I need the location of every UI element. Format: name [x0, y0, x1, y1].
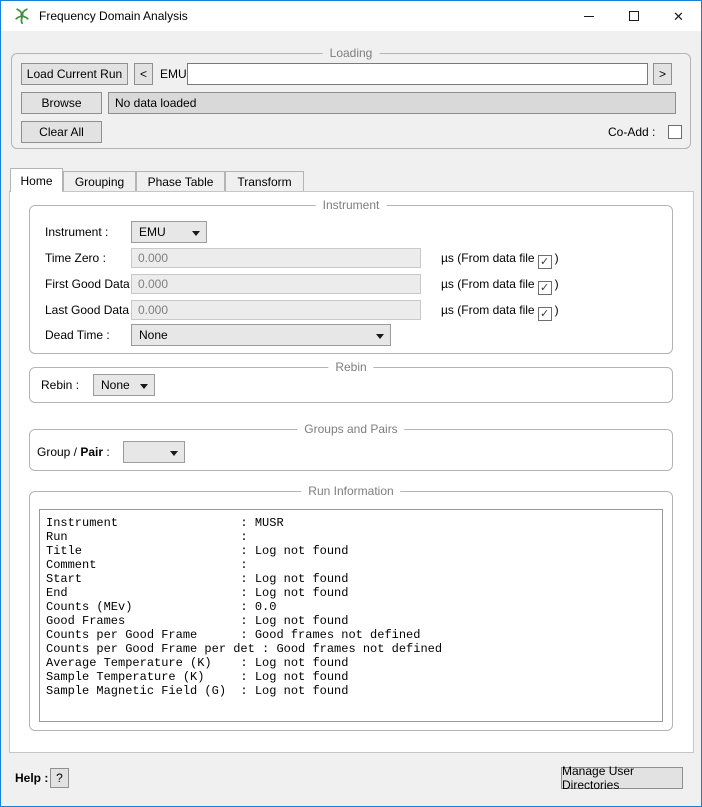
mantid-logo-icon — [14, 8, 30, 24]
coadd-label: Co-Add : — [608, 121, 655, 143]
next-run-button[interactable]: > — [653, 63, 672, 85]
instrument-prefix-label: EMU — [160, 63, 187, 85]
close-icon: ✕ — [673, 10, 684, 23]
last-good-data-field: 0.000 — [131, 300, 421, 320]
maximize-button[interactable] — [611, 1, 656, 31]
tab-phase-table[interactable]: Phase Table — [136, 171, 225, 191]
dropdown-arrow-icon — [192, 231, 200, 236]
dropdown-arrow-icon — [170, 451, 178, 456]
window-titlebar[interactable]: Frequency Domain Analysis ✕ — [1, 1, 701, 31]
tab-home[interactable]: Home — [10, 168, 63, 192]
run-number-input[interactable] — [187, 63, 648, 85]
close-button[interactable]: ✕ — [656, 1, 701, 31]
load-current-run-button[interactable]: Load Current Run — [21, 63, 128, 85]
group-pair-label: Group / Pair : — [37, 441, 110, 463]
run-information-text: Instrument : MUSR Run : Title : Log not … — [46, 516, 662, 698]
first-good-data-label: First Good Data : — [45, 274, 136, 294]
manage-user-directories-button[interactable]: Manage User Directories — [561, 767, 683, 789]
run-information-legend: Run Information — [301, 484, 400, 499]
time-zero-field: 0.000 — [131, 248, 421, 268]
tab-grouping[interactable]: Grouping — [63, 171, 136, 191]
last-good-data-label: Last Good Data : — [45, 300, 136, 320]
run-information-groupbox: Run Information Instrument : MUSR Run : … — [29, 491, 673, 731]
last-good-data-from-file-checkbox[interactable]: ✓ — [538, 307, 552, 321]
minimize-button[interactable] — [566, 1, 611, 31]
first-good-data-from-file-checkbox[interactable]: ✓ — [538, 281, 552, 295]
coadd-checkbox[interactable] — [668, 125, 682, 139]
instrument-label: Instrument : — [45, 221, 108, 243]
check-icon: ✓ — [540, 304, 549, 324]
browse-button[interactable]: Browse — [21, 92, 102, 114]
time-zero-label: Time Zero : — [45, 248, 106, 268]
dropdown-arrow-icon — [140, 384, 148, 389]
frequency-domain-analysis-window: Frequency Domain Analysis ✕ Loading Load… — [0, 0, 702, 807]
maximize-icon — [629, 11, 639, 21]
window-title: Frequency Domain Analysis — [39, 1, 188, 31]
rebin-label: Rebin : — [41, 374, 79, 396]
minimize-icon — [584, 16, 594, 17]
last-good-data-unit-label: µs (From data file✓) — [441, 300, 559, 321]
time-zero-from-file-checkbox[interactable]: ✓ — [538, 255, 552, 269]
rebin-legend: Rebin — [328, 360, 373, 375]
first-good-data-field: 0.000 — [131, 274, 421, 294]
loading-legend: Loading — [323, 46, 380, 61]
first-good-data-unit-label: µs (From data file✓) — [441, 274, 559, 295]
group-pair-combobox[interactable] — [123, 441, 185, 463]
help-label: Help : — [15, 767, 48, 789]
time-zero-unit-label: µs (From data file✓) — [441, 248, 559, 269]
dropdown-arrow-icon — [376, 334, 384, 339]
instrument-combobox[interactable]: EMU — [131, 221, 207, 243]
check-icon: ✓ — [540, 278, 549, 298]
run-information-textarea: Instrument : MUSR Run : Title : Log not … — [39, 509, 663, 722]
instrument-legend: Instrument — [316, 198, 387, 213]
file-status-field: No data loaded — [108, 92, 676, 114]
dead-time-combobox[interactable]: None — [131, 324, 391, 346]
check-icon: ✓ — [540, 252, 549, 272]
tab-transform[interactable]: Transform — [225, 171, 304, 191]
groups-pairs-legend: Groups and Pairs — [297, 422, 404, 437]
help-button[interactable]: ? — [50, 768, 69, 788]
previous-run-button[interactable]: < — [134, 63, 153, 85]
clear-all-button[interactable]: Clear All — [21, 121, 102, 143]
rebin-combobox[interactable]: None — [93, 374, 155, 396]
dead-time-label: Dead Time : — [45, 324, 110, 346]
